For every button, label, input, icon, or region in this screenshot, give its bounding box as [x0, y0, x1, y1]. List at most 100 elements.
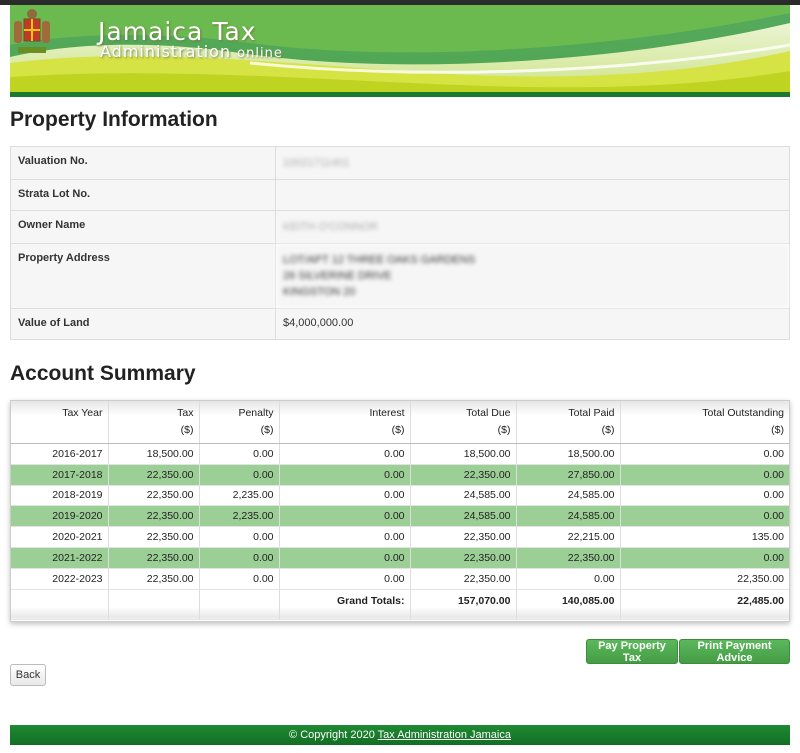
table-row: 2022-2023 22,350.00 0.00 0.00 22,350.00 … — [11, 568, 789, 590]
empty-cell — [199, 588, 280, 620]
owner-name: KEITH O'CONNOR — [283, 221, 378, 233]
column-unit: ($) — [391, 424, 405, 436]
cell-tax: 22,350.00 — [108, 547, 200, 569]
pay-property-tax-button[interactable]: Pay Property Tax — [586, 639, 678, 664]
logo-subtitle-suffix: online — [237, 46, 283, 61]
column-name: Tax Year — [62, 407, 103, 419]
table-row: 2018-2019 22,350.00 2,235.00 0.00 24,585… — [11, 485, 789, 507]
cell-tax-year: 2019-2020 — [11, 505, 109, 528]
column-header-interest: Interest ($) — [279, 401, 411, 444]
address-line: 26 SILVERINE DRIVE — [283, 270, 392, 282]
empty-cell — [11, 588, 109, 620]
cell-total-outstanding: 0.00 — [620, 505, 789, 528]
property-address: LOT/APT 12 THREE OAKS GARDENS 26 SILVERI… — [275, 243, 790, 309]
cell-interest: 0.00 — [279, 547, 411, 569]
cell-penalty: 0.00 — [199, 526, 280, 548]
cell-interest: 0.00 — [279, 464, 411, 486]
cell-penalty: 0.00 — [199, 443, 280, 465]
column-unit: ($) — [180, 424, 194, 436]
cell-tax: 22,350.00 — [108, 568, 200, 590]
cell-total-paid: 22,350.00 — [516, 547, 621, 569]
cell-total-due: 24,585.00 — [410, 505, 517, 528]
cell-penalty: 2,235.00 — [199, 505, 280, 528]
cell-total-outstanding: 0.00 — [620, 443, 789, 465]
column-header-total-due: Total Due ($) — [410, 401, 517, 444]
table-header-row: Tax Year Tax ($) Penalty ($) Interest ($) T… — [11, 401, 789, 444]
footer-link-tax-administration[interactable]: Tax Administration Jamaica — [378, 729, 511, 741]
cell-total-paid: 24,585.00 — [516, 505, 621, 528]
site-banner: Jamaica Tax Administration online — [10, 5, 790, 93]
column-name: Interest — [369, 407, 405, 419]
cell-total-paid: 24,585.00 — [516, 485, 621, 507]
cell-tax-year: 2018-2019 — [11, 485, 109, 507]
column-unit: ($) — [260, 424, 274, 436]
property-row-land-value: Value of Land $4,000,000.00 — [10, 308, 790, 340]
column-name: Total Outstanding — [702, 407, 784, 419]
column-unit: ($) — [601, 424, 615, 436]
cell-total-outstanding: 0.00 — [620, 547, 789, 569]
cell-total-due: 22,350.00 — [410, 568, 517, 590]
property-info-table: Valuation No. 10021711401 Strata Lot No.… — [10, 146, 790, 340]
grand-total-due: 157,070.00 — [410, 588, 517, 620]
column-header-total-outstanding: Total Outstanding ($) — [620, 401, 789, 444]
property-value — [275, 179, 790, 211]
cell-penalty: 0.00 — [199, 464, 280, 486]
column-header-tax: Tax ($) — [108, 401, 200, 444]
cell-tax-year: 2020-2021 — [11, 526, 109, 548]
print-payment-advice-button[interactable]: Print Payment Advice — [679, 639, 790, 664]
cell-penalty: 0.00 — [199, 547, 280, 569]
cell-interest: 0.00 — [279, 505, 411, 528]
grand-totals-label: Grand Totals: — [279, 588, 411, 620]
cell-total-due: 22,350.00 — [410, 547, 517, 569]
logo-subtitle-main: Administration — [100, 42, 232, 61]
column-header-penalty: Penalty ($) — [199, 401, 280, 444]
table-row: 2019-2020 22,350.00 2,235.00 0.00 24,585… — [11, 505, 789, 528]
footer-copyright: © Copyright 2020 — [289, 729, 375, 741]
column-header-tax-year: Tax Year — [11, 401, 109, 444]
cell-tax-year: 2022-2023 — [11, 568, 109, 590]
cell-penalty: 0.00 — [199, 568, 280, 590]
account-summary-heading: Account Summary — [10, 362, 196, 385]
cell-interest: 0.00 — [279, 485, 411, 507]
cell-tax: 22,350.00 — [108, 505, 200, 528]
grand-total-paid: 140,085.00 — [516, 588, 621, 620]
property-row-strata: Strata Lot No. — [10, 179, 790, 211]
column-header-total-paid: Total Paid ($) — [516, 401, 621, 444]
cell-tax-year: 2017-2018 — [11, 464, 109, 486]
cell-total-due: 22,350.00 — [410, 464, 517, 486]
cell-total-outstanding: 0.00 — [620, 464, 789, 486]
cell-interest: 0.00 — [279, 568, 411, 590]
column-name: Total Paid — [568, 407, 615, 419]
column-name: Total Due — [466, 407, 511, 419]
cell-interest: 0.00 — [279, 443, 411, 465]
valuation-number: 10021711401 — [283, 157, 350, 169]
property-label: Strata Lot No. — [10, 179, 276, 211]
cell-tax: 22,350.00 — [108, 464, 200, 486]
logo-subtitle: Administration online — [100, 42, 283, 61]
property-value: 10021711401 — [275, 146, 790, 180]
property-label: Value of Land — [10, 308, 276, 340]
cell-tax-year: 2021-2022 — [11, 547, 109, 569]
footer: © Copyright 2020 Tax Administration Jama… — [10, 725, 790, 745]
cell-total-due: 18,500.00 — [410, 443, 517, 465]
cell-total-paid: 27,850.00 — [516, 464, 621, 486]
column-name: Penalty — [238, 407, 274, 419]
property-label: Property Address — [10, 243, 276, 309]
grand-totals-row: Grand Totals: 157,070.00 140,085.00 22,4… — [11, 588, 789, 620]
table-row: 2016-2017 18,500.00 0.00 0.00 18,500.00 … — [11, 443, 789, 465]
cell-total-paid: 22,215.00 — [516, 526, 621, 548]
column-unit: ($) — [497, 424, 511, 436]
cell-total-paid: 0.00 — [516, 568, 621, 590]
banner-bottom-bar — [10, 92, 790, 97]
account-summary-table: Tax Year Tax ($) Penalty ($) Interest ($) T… — [11, 401, 789, 620]
cell-total-due: 22,350.00 — [410, 526, 517, 548]
cell-total-paid: 18,500.00 — [516, 443, 621, 465]
grand-total-outstanding: 22,485.00 — [620, 588, 789, 620]
cell-interest: 0.00 — [279, 526, 411, 548]
cell-total-due: 24,585.00 — [410, 485, 517, 507]
cell-total-outstanding: 135.00 — [620, 526, 789, 548]
property-value: KEITH O'CONNOR — [275, 210, 790, 244]
back-button[interactable]: Back — [10, 664, 46, 686]
property-row-owner: Owner Name KEITH O'CONNOR — [10, 210, 790, 244]
cell-penalty: 2,235.00 — [199, 485, 280, 507]
